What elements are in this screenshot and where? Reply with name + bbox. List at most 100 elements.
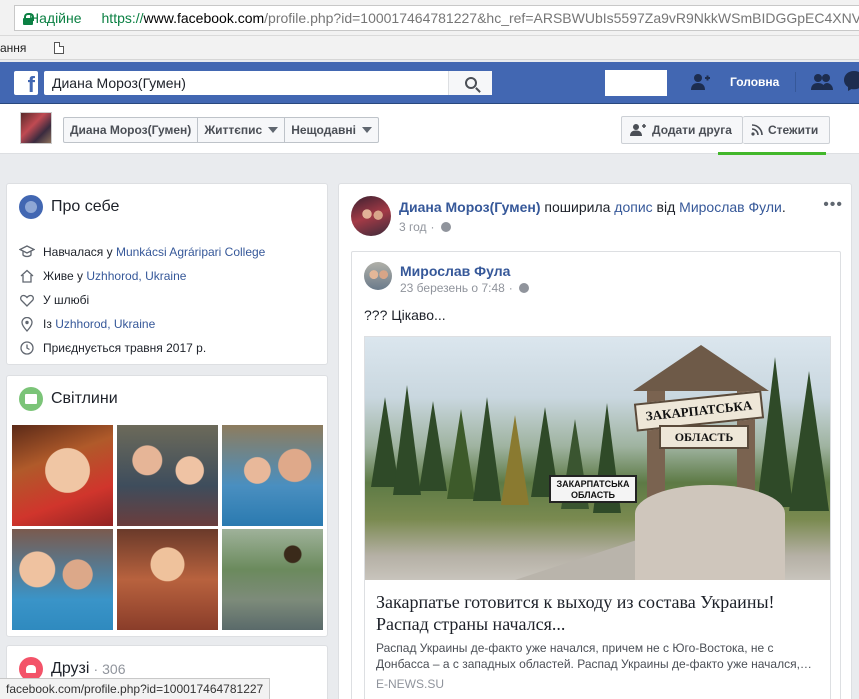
globe-icon (518, 283, 529, 293)
road-sign: ЗАКАРПАТСЬКА ОБЛАСТЬ (549, 475, 637, 503)
about-title[interactable]: Про себе (19, 195, 119, 219)
url-scheme: https:// (101, 10, 144, 26)
url-field[interactable]: Надійне https://www.facebook.com/profile… (14, 5, 859, 31)
photos-title[interactable]: Світлини (19, 387, 118, 411)
browser-status-bar: facebook.com/profile.php?id=100017464781… (0, 678, 271, 699)
green-accent-strip (718, 152, 826, 155)
shared-timestamp: 23 березень о 7:48 · (400, 281, 529, 295)
shared-author-link[interactable]: Мирослав Фула (400, 263, 510, 279)
photo-icon (19, 387, 43, 411)
link-preview[interactable]: ЗАКАРПАТСЬКА ОБЛАСТЬ ЗАКАРПАТСЬКА ОБЛАСТЬ… (364, 336, 831, 699)
profile-tabs: Диана Мороз(Гумен) Життєпис Нещодавні (63, 117, 379, 143)
photo-thumbnail[interactable] (222, 425, 323, 526)
friends-count: 306 (102, 661, 126, 677)
heart-icon (19, 292, 35, 308)
add-friend-icon (630, 124, 646, 136)
about-row-education: Навчалася у Munkácsi Agráripari College (19, 240, 265, 264)
messenger-icon[interactable] (843, 70, 859, 92)
post-timestamp: 3 год · (399, 220, 451, 234)
shared-post-text: ??? Цікаво... (364, 307, 446, 323)
search-box (44, 71, 492, 95)
tab-timeline-label: Життєпис (204, 123, 263, 137)
photos-title-label: Світлини (51, 390, 118, 407)
rss-icon (751, 124, 763, 136)
arch-sign-bottom: ОБЛАСТЬ (659, 425, 749, 449)
post-card: Диана Мороз(Гумен) поширила допис від Ми… (338, 183, 852, 699)
browser-address-bar: Надійне https://www.facebook.com/profile… (0, 0, 859, 36)
photo-thumbnail[interactable] (12, 425, 113, 526)
secure-label: Надійне (29, 10, 82, 26)
search-icon (464, 77, 477, 89)
add-friend-button[interactable]: Додати друга (621, 116, 743, 144)
follow-button[interactable]: Стежити (743, 116, 830, 144)
education-link[interactable]: Munkácsi Agráripari College (116, 245, 265, 259)
nav-divider (795, 72, 796, 92)
home-icon (19, 268, 35, 284)
post-from-text: від (652, 199, 680, 215)
photo-thumbnail[interactable] (117, 425, 218, 526)
profile-avatar[interactable] (20, 112, 52, 144)
profile-header-bar: Диана Мороз(Гумен) Життєпис Нещодавні До… (0, 104, 859, 154)
about-row-joined: Приєднується травня 2017 р. (19, 336, 265, 360)
about-row-text: Із (43, 317, 52, 331)
url-path: /profile.php?id=100017464781227&hc_ref=A… (264, 10, 859, 26)
tab-timeline[interactable]: Життєпис (198, 118, 286, 142)
about-card: Про себе Навчалася у Munkácsi Agráripari… (6, 183, 328, 365)
about-row-text: Живе у (43, 269, 84, 283)
about-row-from: Із Uzhhorod, Ukraine (19, 312, 265, 336)
hometown-link[interactable]: Uzhhorod, Ukraine (55, 317, 155, 331)
about-title-label: Про себе (51, 198, 120, 215)
friends-title-label: Друзі (51, 660, 90, 677)
link-title[interactable]: Закарпатье готовится к выходу из состава… (376, 591, 824, 635)
graduation-cap-icon (19, 244, 35, 260)
link-preview-image: ЗАКАРПАТСЬКА ОБЛАСТЬ ЗАКАРПАТСЬКА ОБЛАСТЬ (365, 337, 830, 580)
photos-card: Світлини (6, 375, 328, 637)
post-object-link[interactable]: допис (614, 199, 652, 215)
post-source-author-link[interactable]: Мирослав Фули (679, 199, 782, 215)
globe-icon (19, 195, 43, 219)
about-row-relationship: У шлюбі (19, 288, 265, 312)
follow-label: Стежити (768, 123, 819, 137)
shared-post: Мирослав Фула 23 березень о 7:48 · ??? Ц… (351, 251, 841, 699)
add-friend-label: Додати друга (652, 123, 732, 137)
about-row-lives-in: Живе у Uzhhorod, Ukraine (19, 264, 265, 288)
photo-thumbnail[interactable] (12, 529, 113, 630)
url-host: www.facebook.com (143, 10, 265, 26)
post-header: Диана Мороз(Гумен) поширила допис від Ми… (399, 199, 786, 215)
lives-in-link[interactable]: Uzhhorod, Ukraine (86, 269, 186, 283)
bookmark-item[interactable]: ання (0, 41, 26, 55)
shared-time-link[interactable]: 23 березень о 7:48 (400, 281, 505, 295)
about-row-text: Приєднується травня 2017 р. (43, 341, 207, 355)
friends-icon[interactable] (810, 72, 834, 92)
clock-icon (19, 340, 35, 356)
link-source: E-NEWS.SU (376, 677, 445, 691)
friend-requests-icon[interactable] (690, 72, 712, 92)
friends-separator: · (93, 661, 99, 677)
photo-thumbnail[interactable] (222, 529, 323, 630)
post-action-text: поширила (540, 199, 615, 215)
shared-author-avatar[interactable] (364, 262, 392, 290)
bookmarks-bar: ання (0, 36, 859, 60)
search-input[interactable] (44, 75, 454, 91)
location-pin-icon (19, 316, 35, 332)
chevron-down-icon (268, 127, 279, 133)
carpathian-gate: ЗАКАРПАТСЬКА ОБЛАСТЬ (633, 345, 785, 580)
post-period: . (781, 199, 786, 215)
tab-profile-name[interactable]: Диана Мороз(Гумен) (64, 118, 199, 142)
post-time-link[interactable]: 3 год (399, 220, 427, 234)
search-button[interactable] (448, 71, 492, 95)
photo-thumbnail[interactable] (117, 529, 218, 630)
link-description: Распад Украины де-факто уже начался, при… (376, 641, 812, 671)
more-options-icon[interactable]: ••• (823, 196, 843, 214)
globe-icon (440, 222, 451, 232)
tab-recent-label: Нещодавні (291, 123, 356, 137)
about-list: Навчалася у Munkácsi Agráripari College … (19, 240, 265, 360)
home-link[interactable]: Головна (730, 75, 779, 89)
tab-recent[interactable]: Нещодавні (285, 118, 378, 142)
post-author-link[interactable]: Диана Мороз(Гумен) (399, 199, 541, 215)
post-author-avatar[interactable] (351, 196, 391, 236)
document-icon[interactable] (54, 41, 65, 54)
about-row-text: У шлюбі (43, 293, 90, 307)
facebook-logo-icon[interactable]: f (14, 71, 38, 95)
redacted-area (605, 70, 667, 96)
